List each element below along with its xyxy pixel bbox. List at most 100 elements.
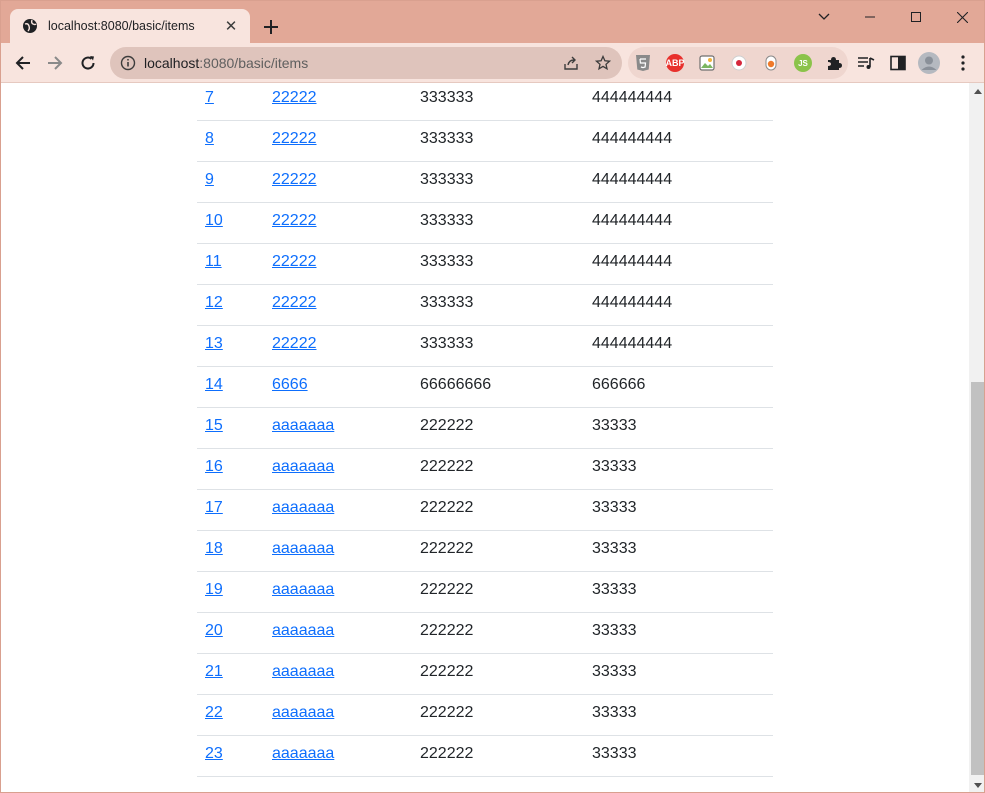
item-id-link[interactable]: 7 xyxy=(205,89,214,106)
globe-icon xyxy=(22,18,38,34)
item-id-cell: 14 xyxy=(205,375,223,395)
share-icon[interactable] xyxy=(562,54,580,72)
item-name-link[interactable]: aaaaaaa xyxy=(272,663,334,680)
item-name-link[interactable]: 22222 xyxy=(272,294,317,311)
back-button[interactable] xyxy=(9,49,37,77)
item-id-link[interactable]: 13 xyxy=(205,335,223,352)
item-id-link[interactable]: 11 xyxy=(205,253,222,270)
item-name-link[interactable]: 22222 xyxy=(272,253,317,270)
reload-button[interactable] xyxy=(74,49,102,77)
item-name-link[interactable]: 22222 xyxy=(272,130,317,147)
item-name-link[interactable]: aaaaaaa xyxy=(272,417,334,434)
item-name-link[interactable]: aaaaaaa xyxy=(272,458,334,475)
item-quantity-cell: 666666 xyxy=(592,376,646,393)
item-name-cell: 22222 xyxy=(272,252,317,272)
item-id-link[interactable]: 19 xyxy=(205,581,223,598)
item-name-link[interactable]: 22222 xyxy=(272,89,317,106)
tab-title: localhost:8080/basic/items xyxy=(48,19,195,33)
item-price-cell: 333333 xyxy=(420,212,474,229)
item-name-cell: aaaaaaa xyxy=(272,539,334,559)
minimize-icon xyxy=(865,16,875,18)
item-name-link[interactable]: aaaaaaa xyxy=(272,704,334,721)
item-id-link[interactable]: 22 xyxy=(205,704,223,721)
item-name-link[interactable]: 22222 xyxy=(272,212,317,229)
tab-items[interactable]: localhost:8080/basic/items ✕ xyxy=(10,9,250,43)
minimize-button[interactable] xyxy=(847,1,893,33)
item-name-link[interactable]: 6666 xyxy=(272,376,308,393)
item-name-link[interactable]: aaaaaaa xyxy=(272,540,334,557)
item-name-link[interactable]: aaaaaaa xyxy=(272,622,334,639)
tab-search-button[interactable] xyxy=(801,1,847,33)
image-ext-icon[interactable] xyxy=(698,54,716,72)
item-price-cell: 222222 xyxy=(420,663,474,680)
item-quantity-cell: 33333 xyxy=(592,581,637,598)
item-price-cell: 333333 xyxy=(420,171,474,188)
flask-icon[interactable] xyxy=(762,54,780,72)
item-name-link[interactable]: 22222 xyxy=(272,335,317,352)
scroll-thumb[interactable] xyxy=(971,382,984,775)
js-icon[interactable]: JS xyxy=(794,54,812,72)
item-id-link[interactable]: 10 xyxy=(205,212,223,229)
reload-icon xyxy=(81,56,95,70)
item-price-cell: 333333 xyxy=(420,130,474,147)
item-id-cell: 18 xyxy=(205,539,223,559)
side-panel-icon[interactable] xyxy=(887,52,909,74)
item-id-link[interactable]: 17 xyxy=(205,499,223,516)
item-id-link[interactable]: 23 xyxy=(205,745,223,762)
item-name-link[interactable]: aaaaaaa xyxy=(272,745,334,762)
html5-icon[interactable] xyxy=(634,54,652,72)
item-id-cell: 17 xyxy=(205,498,223,518)
star-icon[interactable] xyxy=(594,54,612,72)
item-price-cell: 222222 xyxy=(420,745,474,762)
maximize-icon xyxy=(911,12,921,22)
item-name-cell: 22222 xyxy=(272,170,317,190)
chevron-down-icon xyxy=(818,13,830,20)
item-name-link[interactable]: aaaaaaa xyxy=(272,499,334,516)
item-id-link[interactable]: 18 xyxy=(205,540,223,557)
media-control-icon[interactable] xyxy=(855,52,877,74)
vertical-scrollbar[interactable] xyxy=(969,83,984,792)
item-id-link[interactable]: 12 xyxy=(205,294,223,311)
item-name-cell: aaaaaaa xyxy=(272,621,334,641)
tab-close-icon[interactable]: ✕ xyxy=(222,17,240,35)
item-quantity-cell: 33333 xyxy=(592,458,637,475)
item-price-cell: 222222 xyxy=(420,622,474,639)
item-name-link[interactable]: 22222 xyxy=(272,171,317,188)
item-quantity-cell: 33333 xyxy=(592,417,637,434)
address-bar[interactable]: localhost:8080/basic/items xyxy=(110,47,622,79)
close-icon xyxy=(956,11,968,23)
record-icon[interactable] xyxy=(730,54,748,72)
item-id-link[interactable]: 9 xyxy=(205,171,214,188)
new-tab-button[interactable] xyxy=(259,15,283,39)
item-quantity-cell: 33333 xyxy=(592,745,637,762)
item-id-cell: 16 xyxy=(205,457,223,477)
abp-icon[interactable]: ABP xyxy=(666,54,685,72)
item-id-cell: 11 xyxy=(205,252,222,272)
maximize-button[interactable] xyxy=(893,1,939,33)
item-id-link[interactable]: 16 xyxy=(205,458,223,475)
info-icon[interactable] xyxy=(120,55,136,71)
item-id-link[interactable]: 21 xyxy=(205,663,223,680)
close-window-button[interactable] xyxy=(939,1,984,33)
item-price-cell: 66666666 xyxy=(420,376,492,393)
puzzle-icon[interactable] xyxy=(825,54,843,72)
item-id-link[interactable]: 8 xyxy=(205,130,214,147)
item-name-cell: aaaaaaa xyxy=(272,457,334,477)
item-name-cell: 22222 xyxy=(272,88,317,108)
scroll-up-arrow-icon[interactable] xyxy=(969,83,984,100)
item-id-cell: 23 xyxy=(205,744,223,764)
item-id-link[interactable]: 20 xyxy=(205,622,223,639)
item-name-link[interactable]: aaaaaaa xyxy=(272,581,334,598)
item-price-cell: 333333 xyxy=(420,253,474,270)
forward-button[interactable] xyxy=(41,49,69,77)
menu-icon[interactable] xyxy=(952,52,974,74)
item-id-link[interactable]: 14 xyxy=(205,376,223,393)
table-row: 20 aaaaaaa 222222 33333 xyxy=(197,613,773,654)
profile-avatar-icon[interactable] xyxy=(918,52,940,74)
item-price-cell: 222222 xyxy=(420,458,474,475)
item-id-cell: 21 xyxy=(205,662,223,682)
item-id-link[interactable]: 15 xyxy=(205,417,223,434)
table-row: 8 22222 333333 444444444 xyxy=(197,121,773,162)
scroll-down-arrow-icon[interactable] xyxy=(969,777,984,792)
table-row: 10 22222 333333 444444444 xyxy=(197,203,773,244)
